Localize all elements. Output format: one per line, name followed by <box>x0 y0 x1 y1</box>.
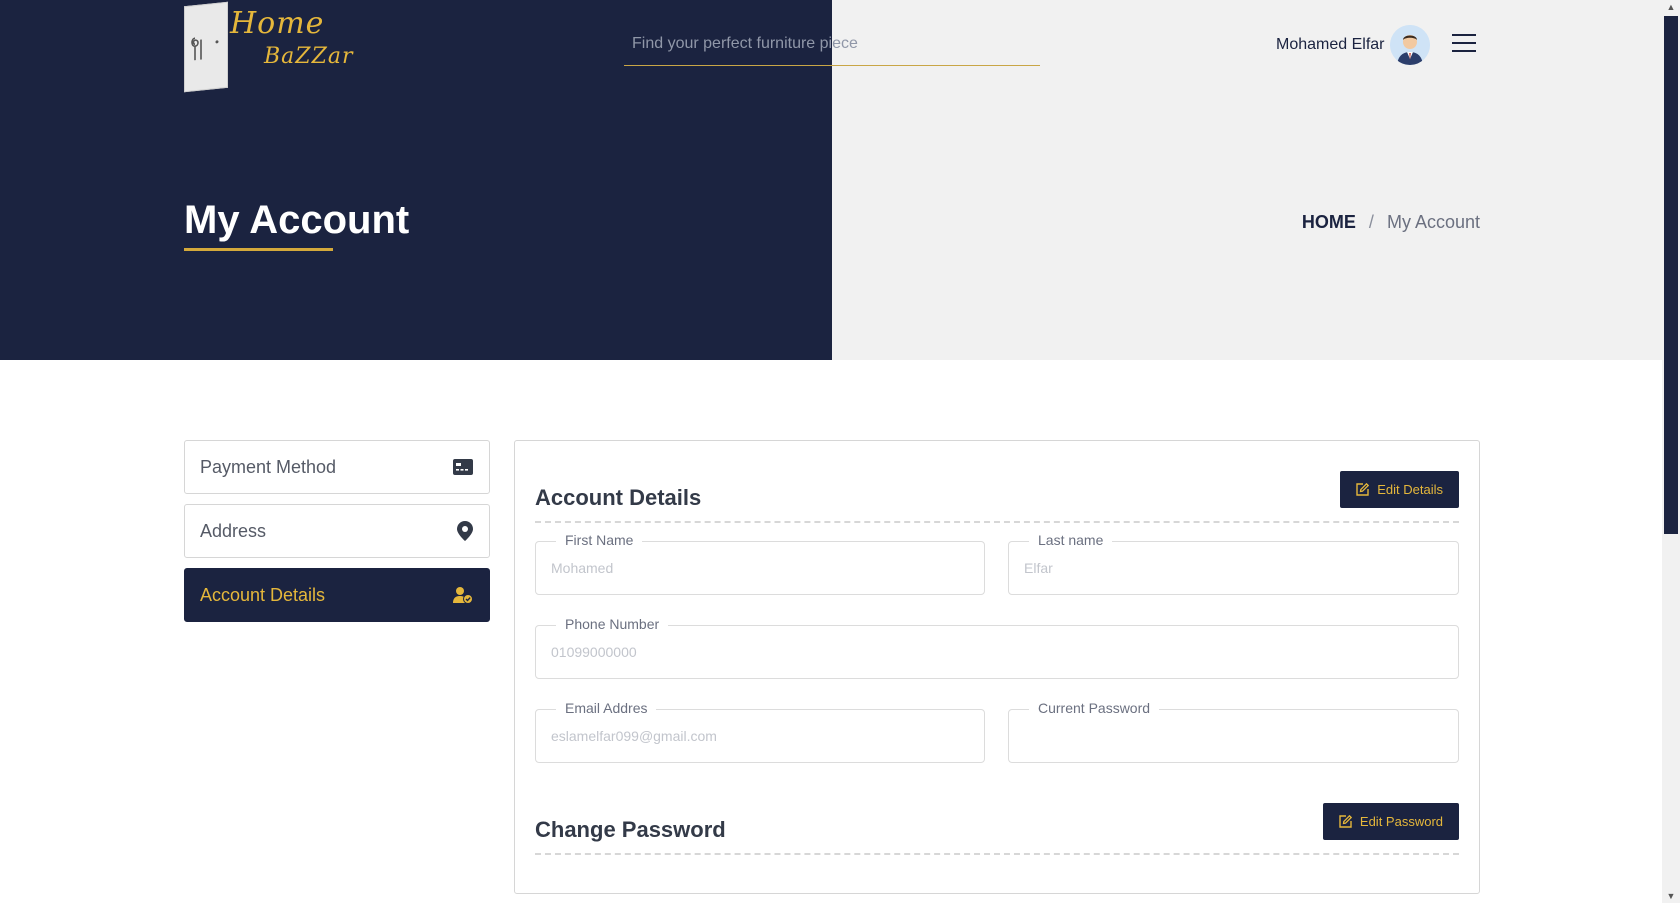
sidebar-item-label: Account Details <box>200 584 326 605</box>
phone-number-input[interactable] <box>551 644 1443 660</box>
scrollbar-thumb[interactable] <box>1664 16 1678 534</box>
field-label: Email Addres <box>556 700 657 716</box>
first-name-field: First Name <box>535 532 985 595</box>
phone-number-field: Phone Number <box>535 616 1459 679</box>
breadcrumb-current: My Account <box>1386 212 1480 232</box>
field-label: Last name <box>1029 532 1113 548</box>
page-scrollbar[interactable]: ▲ ▼ <box>1662 0 1680 903</box>
sidebar-item-payment-method[interactable]: Payment Method <box>184 440 490 494</box>
breadcrumb-separator: / <box>1368 212 1374 232</box>
hamburger-menu-icon[interactable] <box>1452 34 1476 54</box>
breadcrumb-home-link[interactable]: HOME <box>1302 212 1356 232</box>
button-label: Edit Password <box>1359 814 1443 829</box>
field-label: Current Password <box>1029 700 1160 716</box>
user-check-icon <box>453 587 473 604</box>
page-title: My Account <box>184 198 410 242</box>
first-name-input[interactable] <box>551 560 969 576</box>
brand-line2: BaZZar <box>264 44 354 69</box>
map-pin-icon <box>457 521 473 541</box>
sidebar-item-account-details[interactable]: Account Details <box>184 568 490 622</box>
change-password-header: Change Password Edit Password <box>535 803 1459 855</box>
avatar[interactable] <box>1390 25 1430 65</box>
sidebar-item-label: Payment Method <box>200 456 337 477</box>
sidebar-item-address[interactable]: Address <box>184 504 490 558</box>
field-label: Phone Number <box>556 616 669 632</box>
door-icon <box>184 1 228 93</box>
section-title: Change Password <box>535 817 726 842</box>
last-name-input[interactable] <box>1024 560 1443 576</box>
search-bar <box>624 28 1040 66</box>
scroll-up-arrow-icon[interactable]: ▲ <box>1666 2 1676 12</box>
email-field: Email Addres <box>535 700 985 763</box>
edit-password-button[interactable]: Edit Password <box>1322 803 1459 840</box>
last-name-field: Last name <box>1008 532 1459 595</box>
section-title: Account Details <box>535 485 702 510</box>
credit-card-icon <box>453 459 473 475</box>
scroll-down-arrow-icon[interactable]: ▼ <box>1666 891 1676 901</box>
brand-logo[interactable]: Home BaZZar <box>184 1 354 93</box>
sidebar-item-label: Address <box>200 520 267 541</box>
user-avatar-icon <box>1390 25 1430 65</box>
edit-icon <box>1356 483 1370 496</box>
brand-line1: Home <box>230 6 325 41</box>
user-name[interactable]: Mohamed Elfar <box>1276 36 1385 54</box>
edit-details-button[interactable]: Edit Details <box>1340 471 1459 508</box>
account-details-header: Account Details Edit Details <box>535 471 1459 523</box>
button-label: Edit Details <box>1377 482 1443 497</box>
account-panel: Account Details Edit Details First Name … <box>514 440 1480 894</box>
current-password-field: Current Password <box>1008 700 1459 763</box>
search-input[interactable] <box>624 28 1040 60</box>
email-input[interactable] <box>551 728 969 744</box>
title-underline <box>184 248 333 251</box>
current-password-input[interactable] <box>1024 728 1443 744</box>
breadcrumb: HOME / My Account <box>1302 212 1480 233</box>
edit-icon <box>1339 815 1352 828</box>
field-label: First Name <box>556 532 643 548</box>
